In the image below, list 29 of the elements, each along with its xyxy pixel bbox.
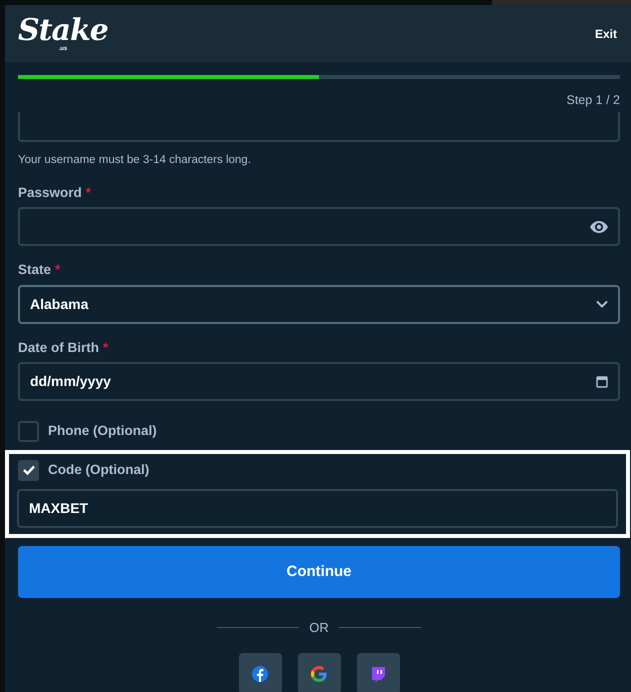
check-icon	[22, 465, 34, 476]
field-label: State	[18, 261, 52, 280]
required-mark: *	[55, 261, 60, 280]
field-label: Date of Birth	[18, 338, 99, 356]
chevron-down-icon	[596, 300, 608, 308]
code-field[interactable]: MAXBET	[17, 488, 618, 528]
required-mark: *	[86, 184, 92, 202]
username-field[interactable]	[18, 112, 620, 142]
required-mark: *	[103, 338, 108, 356]
facebook-icon	[252, 666, 268, 682]
checkbox[interactable]	[18, 420, 39, 442]
exit-link[interactable]: Exit	[594, 24, 617, 42]
checkbox-label: Phone (Optional)	[48, 422, 157, 440]
step-indicator: Step 1 / 2	[565, 92, 620, 109]
logo-text: Stake	[18, 16, 108, 46]
divider-text: OR	[309, 618, 329, 637]
password-field[interactable]	[18, 207, 620, 246]
field-label: Password	[18, 184, 82, 202]
state-select[interactable]: Alabama	[18, 284, 620, 324]
google-icon	[311, 666, 327, 682]
continue-button[interactable]: Continue	[18, 546, 620, 598]
checkbox-label: Code (Optional)	[48, 461, 150, 480]
eye-icon[interactable]	[590, 220, 608, 233]
social-login-button[interactable]	[238, 653, 282, 692]
hint-text: Your username must be 3-14 characters long.	[18, 152, 252, 168]
date-field[interactable]: dd/mm/yyyy	[18, 362, 620, 401]
checkbox[interactable]	[18, 460, 39, 481]
chat-bubble-icon	[370, 666, 386, 682]
calendar-icon[interactable]	[596, 374, 608, 388]
